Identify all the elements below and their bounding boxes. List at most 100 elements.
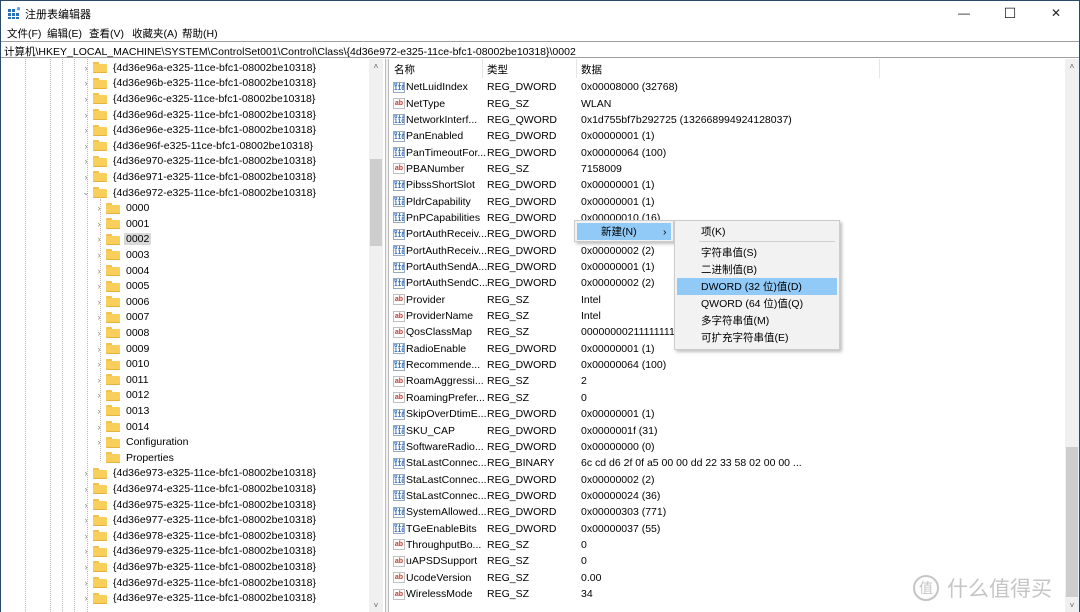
chevron-right-icon[interactable]: › xyxy=(94,203,104,213)
tree-item[interactable]: Properties xyxy=(94,450,176,466)
list-scroll-thumb[interactable] xyxy=(1066,447,1078,597)
value-row[interactable]: 011 110 Recommende... REG_DWORD 0x00000064 … xyxy=(389,357,1065,373)
submenu-item[interactable]: 多字符串值(M) xyxy=(677,312,837,329)
column-header-data[interactable]: 数据 xyxy=(581,62,602,77)
value-row[interactable]: 011 110 NetLuidIndex REG_DWORD 0x00008000 (… xyxy=(389,79,1065,95)
tree-scroll-thumb[interactable] xyxy=(370,159,382,246)
value-row[interactable]: ab PBANumber REG_SZ 7158009 xyxy=(389,161,1065,177)
tree-item[interactable]: › 0007 xyxy=(94,310,151,326)
chevron-right-icon[interactable]: › xyxy=(94,328,104,338)
chevron-right-icon[interactable]: › xyxy=(81,484,91,494)
chevron-right-icon[interactable]: › xyxy=(94,437,104,447)
tree-item[interactable]: › 0012 xyxy=(94,388,151,404)
tree-item[interactable]: › {4d36e96a-e325-11ce-bfc1-08002be10318} xyxy=(81,60,318,76)
chevron-right-icon[interactable]: › xyxy=(81,172,91,182)
chevron-right-icon[interactable]: › xyxy=(94,250,104,260)
value-row[interactable]: 011 110 PanTimeoutFor... REG_DWORD 0x000000… xyxy=(389,144,1065,160)
chevron-right-icon[interactable]: › xyxy=(94,234,104,244)
title-bar[interactable]: 注册表编辑器 — ☐ ✕ xyxy=(1,1,1079,25)
chevron-right-icon[interactable]: › xyxy=(81,578,91,588)
scroll-up-icon[interactable]: ˄ xyxy=(369,59,383,73)
submenu-item[interactable]: QWORD (64 位)值(Q) xyxy=(677,295,837,312)
chevron-right-icon[interactable]: › xyxy=(94,281,104,291)
value-row[interactable]: ab NetType REG_SZ WLAN xyxy=(389,95,1065,111)
tree-item[interactable]: ⌄ {4d36e972-e325-11ce-bfc1-08002be10318} xyxy=(81,185,318,201)
submenu-item[interactable]: DWORD (32 位)值(D) xyxy=(677,278,837,295)
tree-item[interactable]: › {4d36e974-e325-11ce-bfc1-08002be10318} xyxy=(81,481,318,497)
value-row[interactable]: 011 110 StaLastConnec... REG_DWORD 0x000000… xyxy=(389,488,1065,504)
tree-item[interactable]: › {4d36e97d-e325-11ce-bfc1-08002be10318} xyxy=(81,575,318,591)
value-row[interactable]: 011 110 SoftwareRadio... REG_DWORD 0x000000… xyxy=(389,439,1065,455)
chevron-right-icon[interactable]: › xyxy=(94,422,104,432)
submenu-item[interactable]: 可扩充字符串值(E) xyxy=(677,329,837,346)
chevron-right-icon[interactable]: › xyxy=(94,219,104,229)
tree-item[interactable]: › {4d36e96b-e325-11ce-bfc1-08002be10318} xyxy=(81,76,318,92)
chevron-right-icon[interactable]: › xyxy=(81,156,91,166)
chevron-right-icon[interactable]: › xyxy=(94,390,104,400)
close-button[interactable]: ✕ xyxy=(1033,1,1079,25)
chevron-right-icon[interactable]: › xyxy=(94,359,104,369)
submenu-item[interactable]: 字符串值(S) xyxy=(677,244,837,261)
value-row[interactable]: 011 110 SystemAllowed... REG_DWORD 0x000003… xyxy=(389,504,1065,520)
value-row[interactable]: 011 110 PldrCapability REG_DWORD 0x00000001… xyxy=(389,193,1065,209)
chevron-right-icon[interactable]: › xyxy=(81,593,91,603)
tree-item[interactable]: › 0005 xyxy=(94,278,151,294)
value-row[interactable]: ab RoamAggressi... REG_SZ 2 xyxy=(389,373,1065,389)
scroll-up-icon[interactable]: ˄ xyxy=(1065,59,1079,73)
chevron-right-icon[interactable]: › xyxy=(81,546,91,556)
chevron-right-icon[interactable]: › xyxy=(81,531,91,541)
value-row[interactable]: ab uAPSDSupport REG_SZ 0 xyxy=(389,553,1065,569)
chevron-right-icon[interactable]: › xyxy=(94,297,104,307)
list-scrollbar[interactable]: ˄ ˅ xyxy=(1065,59,1079,612)
scroll-down-icon[interactable]: ˅ xyxy=(369,598,383,612)
value-row[interactable]: 011 110 PibssShortSlot REG_DWORD 0x00000001… xyxy=(389,177,1065,193)
value-row[interactable]: 011 110 SKU_CAP REG_DWORD 0x0000001f (31) xyxy=(389,422,1065,438)
chevron-right-icon[interactable]: › xyxy=(94,266,104,276)
tree-item[interactable]: › {4d36e96c-e325-11ce-bfc1-08002be10318} xyxy=(81,91,317,107)
tree-item[interactable]: › 0000 xyxy=(94,200,151,216)
tree-item[interactable]: › 0014 xyxy=(94,419,151,435)
chevron-right-icon[interactable]: › xyxy=(81,94,91,104)
value-row[interactable]: 011 110 SkipOverDtimE... REG_DWORD 0x000000… xyxy=(389,406,1065,422)
tree-item[interactable]: › {4d36e97e-e325-11ce-bfc1-08002be10318} xyxy=(81,590,318,606)
minimize-button[interactable]: — xyxy=(941,1,987,25)
chevron-right-icon[interactable]: › xyxy=(94,344,104,354)
address-bar[interactable]: 计算机\HKEY_LOCAL_MACHINE\SYSTEM\ControlSet… xyxy=(1,41,1079,58)
tree-item[interactable]: › {4d36e978-e325-11ce-bfc1-08002be10318} xyxy=(81,528,318,544)
chevron-right-icon[interactable]: › xyxy=(81,468,91,478)
column-header-name[interactable]: 名称 xyxy=(394,62,415,77)
tree-item[interactable]: › {4d36e979-e325-11ce-bfc1-08002be10318} xyxy=(81,544,318,560)
chevron-right-icon[interactable]: › xyxy=(94,375,104,385)
menu-edit[interactable]: 编辑(E) xyxy=(47,26,82,41)
tree-item[interactable]: › {4d36e96f-e325-11ce-bfc1-08002be10318} xyxy=(81,138,315,154)
value-row[interactable]: ab RoamingPrefer... REG_SZ 0 xyxy=(389,390,1065,406)
tree-item[interactable]: › {4d36e96e-e325-11ce-bfc1-08002be10318} xyxy=(81,122,318,138)
maximize-button[interactable]: ☐ xyxy=(987,1,1033,25)
chevron-right-icon[interactable]: › xyxy=(81,500,91,510)
menu-view[interactable]: 查看(V) xyxy=(89,26,124,41)
tree-item[interactable]: › 0011 xyxy=(94,372,151,388)
column-header-type[interactable]: 类型 xyxy=(487,62,508,77)
value-row[interactable]: 011 110 PanEnabled REG_DWORD 0x00000001 (1) xyxy=(389,128,1065,144)
address-path[interactable]: 计算机\HKEY_LOCAL_MACHINE\SYSTEM\ControlSet… xyxy=(4,44,576,59)
tree-scrollbar[interactable]: ˄ ˅ xyxy=(369,59,383,612)
tree-item[interactable]: › {4d36e97b-e325-11ce-bfc1-08002be10318} xyxy=(81,559,318,575)
tree-item[interactable]: › 0010 xyxy=(94,356,151,372)
chevron-down-icon[interactable]: ⌄ xyxy=(81,187,91,198)
tree-item[interactable]: › 0004 xyxy=(94,263,151,279)
chevron-right-icon[interactable]: › xyxy=(81,141,91,151)
chevron-right-icon[interactable]: › xyxy=(81,78,91,88)
tree-item[interactable]: › Configuration xyxy=(94,434,190,450)
chevron-right-icon[interactable]: › xyxy=(94,312,104,322)
value-row[interactable]: ab ThroughputBo... REG_SZ 0 xyxy=(389,537,1065,553)
menu-file[interactable]: 文件(F) xyxy=(7,26,41,41)
chevron-right-icon[interactable]: › xyxy=(81,562,91,572)
tree-item[interactable]: › 0013 xyxy=(94,403,151,419)
scroll-down-icon[interactable]: ˅ xyxy=(1065,598,1079,612)
tree-item[interactable]: › {4d36e970-e325-11ce-bfc1-08002be10318} xyxy=(81,154,318,170)
tree-item[interactable]: › 0006 xyxy=(94,294,151,310)
tree-item[interactable]: › {4d36e96d-e325-11ce-bfc1-08002be10318} xyxy=(81,107,318,123)
value-row[interactable]: 011 110 NetworkInterf... REG_QWORD 0x1d755b… xyxy=(389,112,1065,128)
submenu-item[interactable]: 二进制值(B) xyxy=(677,261,837,278)
column-divider[interactable] xyxy=(576,59,577,78)
